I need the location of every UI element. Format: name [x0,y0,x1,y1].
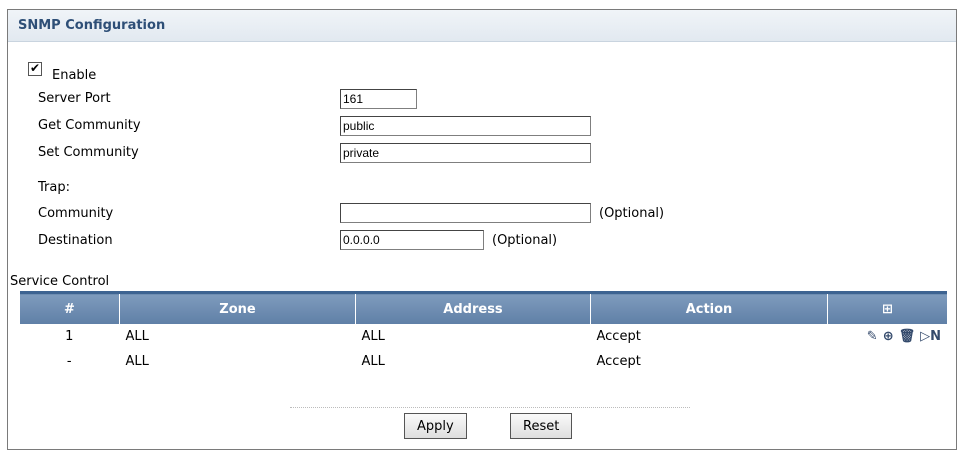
trap-destination-label: Destination [38,233,113,248]
row-address: ALL [361,329,385,344]
edit-icon[interactable]: ✎ [867,329,878,344]
row-action: Accept [596,354,641,369]
insert-icon[interactable]: ⊕ [883,329,894,344]
column-header-address[interactable]: Address [355,291,591,324]
enable-checkbox[interactable]: ✔ [28,62,42,76]
trap-community-input[interactable] [340,203,591,223]
column-header-number: # [20,291,120,324]
divider [290,407,690,408]
server-port-input[interactable] [340,89,417,109]
apply-button[interactable]: Apply [404,413,467,439]
table-row: 1 ALL ALL Accept ✎ ⊕ 🗑 ▷N [20,324,947,349]
trap-label: Trap: [38,180,70,195]
column-header-zone[interactable]: Zone [119,291,356,324]
panel-title-bar: SNMP Configuration [8,10,956,42]
page-title: SNMP Configuration [18,18,166,33]
row-action-icons: ✎ ⊕ 🗑 ▷N [828,324,948,349]
get-community-input[interactable] [340,116,591,136]
reset-button[interactable]: Reset [510,413,573,439]
server-port-label: Server Port [38,91,111,106]
get-community-label: Get Community [38,118,141,133]
move-icon[interactable]: ▷N [920,329,941,344]
table-row: - ALL ALL Accept [20,349,947,374]
row-zone: ALL [125,354,149,369]
column-header-action[interactable]: Action [590,291,828,324]
set-community-input[interactable] [340,143,591,163]
add-rule-icon[interactable]: ⊞ [827,291,947,324]
service-control-title: Service Control [10,274,110,289]
row-number: - [66,354,72,369]
row-address: ALL [361,354,385,369]
trap-community-label: Community [38,206,114,221]
enable-label: Enable [52,68,97,83]
delete-icon[interactable]: 🗑 [899,329,916,344]
snmp-config-panel: SNMP Configuration ✔ Enable Server Port … [7,9,957,450]
row-zone: ALL [125,329,149,344]
trap-destination-input[interactable] [340,230,484,250]
set-community-label: Set Community [38,145,139,160]
trap-community-hint: (Optional) [599,206,665,221]
service-control-table: # Zone Address Action ⊞ 1 ALL ALL Accept… [20,291,947,374]
row-number: 1 [65,329,74,344]
row-action: Accept [596,329,641,344]
trap-destination-hint: (Optional) [492,233,558,248]
